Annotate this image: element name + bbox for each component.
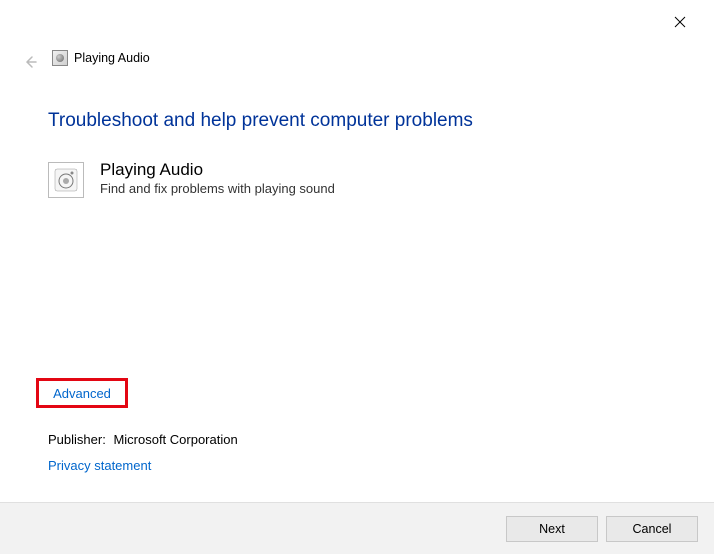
close-icon: [674, 16, 686, 28]
page-heading: Troubleshoot and help prevent computer p…: [48, 110, 674, 132]
back-arrow-icon: [22, 54, 38, 70]
close-button[interactable]: [670, 12, 690, 32]
privacy-statement-link[interactable]: Privacy statement: [48, 458, 151, 473]
advanced-highlight-box: Advanced: [36, 378, 128, 408]
item-description: Find and fix problems with playing sound: [100, 181, 335, 196]
title-bar: Playing Audio: [52, 50, 150, 66]
cancel-button[interactable]: Cancel: [606, 516, 698, 542]
advanced-link[interactable]: Advanced: [53, 386, 111, 401]
next-button[interactable]: Next: [506, 516, 598, 542]
publisher-row: Publisher: Microsoft Corporation: [48, 432, 238, 447]
window-title: Playing Audio: [74, 51, 150, 65]
speaker-icon: [48, 162, 84, 198]
back-button: [20, 52, 40, 72]
item-title: Playing Audio: [100, 160, 335, 180]
publisher-label: Publisher:: [48, 432, 106, 447]
window-icon: [52, 50, 68, 66]
footer-bar: Next Cancel: [0, 502, 714, 554]
troubleshooter-item: Playing Audio Find and fix problems with…: [48, 160, 674, 198]
main-content: Troubleshoot and help prevent computer p…: [48, 110, 674, 198]
publisher-value: Microsoft Corporation: [113, 432, 237, 447]
